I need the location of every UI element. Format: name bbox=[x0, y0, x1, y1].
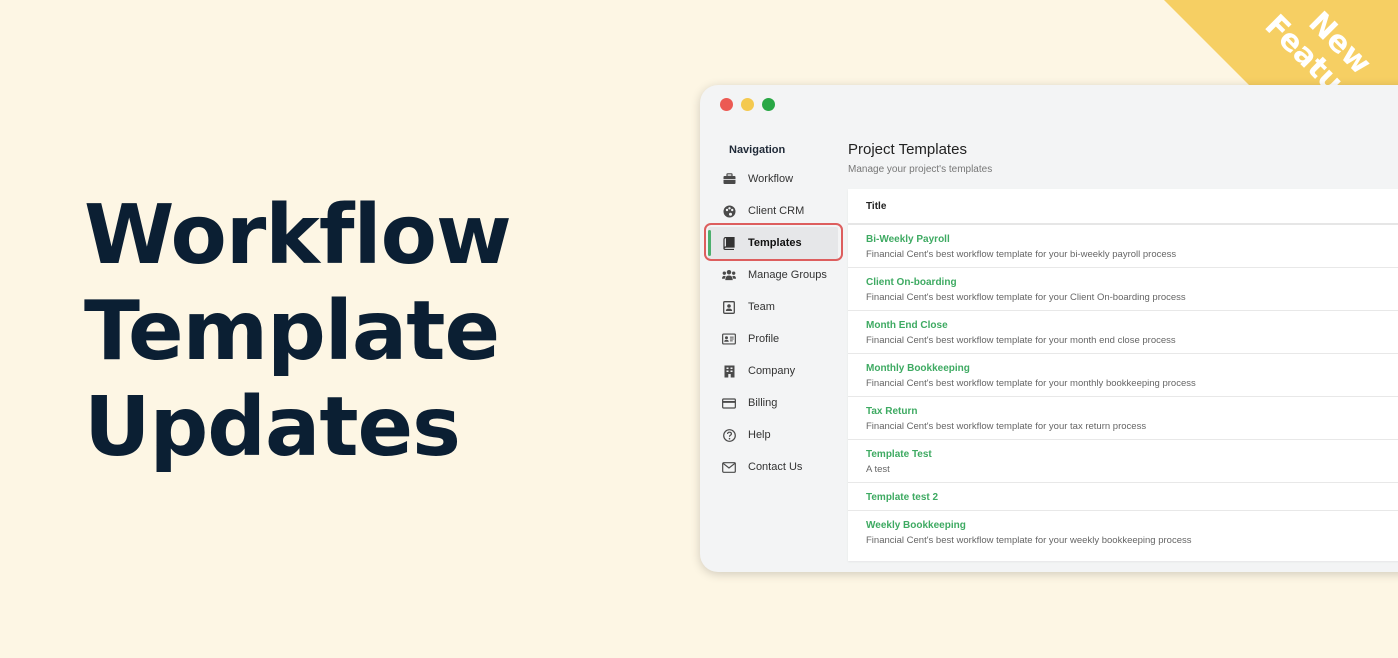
sidebar-item-label: Profile bbox=[748, 333, 780, 345]
template-description: Financial Cent's best workflow template … bbox=[866, 292, 1186, 303]
template-title[interactable]: Client On-boarding bbox=[866, 276, 1398, 289]
table-row[interactable]: Weekly Bookkeeping Financial Cent's best… bbox=[848, 511, 1398, 554]
minimize-window-button[interactable] bbox=[741, 98, 754, 111]
sidebar-item-label: Templates bbox=[748, 237, 802, 249]
users-icon bbox=[722, 268, 736, 282]
sidebar-item-help[interactable]: Help bbox=[708, 419, 838, 451]
credit-card-icon bbox=[722, 396, 736, 410]
nav-title: Navigation bbox=[729, 144, 786, 156]
template-title[interactable]: Template test 2 bbox=[866, 491, 1398, 504]
sidebar-item-workflow[interactable]: Workflow bbox=[708, 163, 838, 195]
table-row[interactable]: Month End Close Financial Cent's best wo… bbox=[848, 311, 1398, 354]
sidebar-item-label: Workflow bbox=[748, 173, 794, 185]
table-row[interactable]: Template test 2 bbox=[848, 483, 1398, 511]
table-row[interactable]: Tax Return Financial Cent's best workflo… bbox=[848, 397, 1398, 440]
table-row[interactable]: Client On-boarding Financial Cent's best… bbox=[848, 268, 1398, 311]
template-title[interactable]: Month End Close bbox=[866, 319, 1398, 332]
column-header-title[interactable]: Title bbox=[848, 189, 1398, 225]
sidebar-nav: Workflow Client CRM Templates Manage Gro… bbox=[708, 163, 838, 483]
maximize-window-button[interactable] bbox=[762, 98, 775, 111]
table-row[interactable]: Bi-Weekly Payroll Financial Cent's best … bbox=[848, 225, 1398, 268]
templates-table: Title Bi-Weekly Payroll Financial Cent's… bbox=[848, 189, 1398, 561]
sidebar-item-team[interactable]: Team bbox=[708, 291, 838, 323]
sidebar-item-label: Help bbox=[748, 429, 771, 441]
sidebar-item-label: Client CRM bbox=[748, 205, 805, 217]
template-description: Financial Cent's best workflow template … bbox=[866, 378, 1196, 389]
headline-line-2: Template bbox=[84, 284, 500, 379]
page-title: Project Templates bbox=[848, 141, 967, 158]
sidebar-item-company[interactable]: Company bbox=[708, 355, 838, 387]
question-circle-icon bbox=[722, 428, 736, 442]
sidebar-item-templates[interactable]: Templates bbox=[708, 227, 838, 259]
contact-card-icon bbox=[722, 300, 736, 314]
template-description: Financial Cent's best workflow template … bbox=[866, 335, 1176, 346]
close-window-button[interactable] bbox=[720, 98, 733, 111]
sidebar-item-billing[interactable]: Billing bbox=[708, 387, 838, 419]
sidebar-item-client-crm[interactable]: Client CRM bbox=[708, 195, 838, 227]
sidebar-item-label: Billing bbox=[748, 397, 778, 409]
window-controls bbox=[720, 98, 775, 111]
template-description: Financial Cent's best workflow template … bbox=[866, 535, 1192, 546]
id-card-icon bbox=[722, 332, 736, 346]
template-description: Financial Cent's best workflow template … bbox=[866, 421, 1147, 432]
table-row[interactable]: Template Test A test bbox=[848, 440, 1398, 483]
table-row[interactable]: Monthly Bookkeeping Financial Cent's bes… bbox=[848, 354, 1398, 397]
headline-line-1: Workflow bbox=[84, 188, 512, 283]
sidebar-item-contact-us[interactable]: Contact Us bbox=[708, 451, 838, 483]
envelope-icon bbox=[722, 460, 736, 474]
sidebar-item-label: Contact Us bbox=[748, 461, 803, 473]
page-subtitle: Manage your project's templates bbox=[848, 164, 993, 175]
sidebar-item-label: Company bbox=[748, 365, 796, 377]
headline-line-3: Updates bbox=[84, 380, 461, 475]
building-icon bbox=[722, 364, 736, 378]
app-window: Navigation Workflow Client CRM Templates… bbox=[700, 85, 1398, 572]
template-title[interactable]: Template Test bbox=[866, 448, 1398, 461]
template-title[interactable]: Bi-Weekly Payroll bbox=[866, 233, 1398, 246]
palette-icon bbox=[722, 204, 736, 218]
sidebar-item-label: Team bbox=[748, 301, 775, 313]
template-description: Financial Cent's best workflow template … bbox=[866, 249, 1177, 260]
sidebar-item-profile[interactable]: Profile bbox=[708, 323, 838, 355]
sidebar-item-manage-groups[interactable]: Manage Groups bbox=[708, 259, 838, 291]
template-title[interactable]: Monthly Bookkeeping bbox=[866, 362, 1398, 375]
template-description: A test bbox=[866, 464, 890, 475]
book-icon bbox=[722, 236, 736, 250]
template-title[interactable]: Weekly Bookkeeping bbox=[866, 519, 1398, 532]
sidebar-item-label: Manage Groups bbox=[748, 269, 827, 281]
headline: Workflow Template Updates bbox=[84, 188, 512, 476]
briefcase-icon bbox=[722, 172, 736, 186]
template-title[interactable]: Tax Return bbox=[866, 405, 1398, 418]
